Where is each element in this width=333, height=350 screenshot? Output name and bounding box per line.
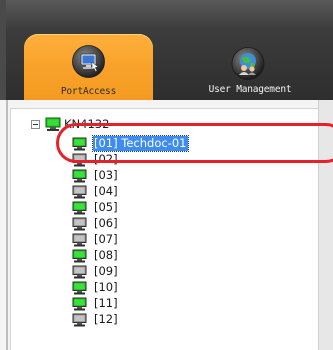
tree-item-label: [06] [94,216,118,230]
monitor-offline-icon [72,185,87,199]
port-access-icon [72,45,105,78]
panel-shadow [6,100,8,350]
user-management-icon [231,47,265,80]
tree-item-label: [09] [94,264,118,278]
monitor-offline-icon [72,313,87,327]
tree-item-label: [10] [94,280,118,294]
kvm-window: PortAccess User Management KN4132 [01] T… [0,0,333,350]
tree-item-label: [03] [94,168,118,182]
tab-port-access[interactable]: PortAccess [24,34,153,102]
monitor-online-icon [72,249,87,263]
collapse-toggle-icon[interactable] [31,120,40,129]
tree-item-label: [05] [94,200,118,214]
monitor-offline-icon [72,217,87,231]
tree-item-label: [12] [94,312,118,326]
monitor-online-icon [72,281,87,295]
monitor-online-icon [72,201,87,215]
tree-item-label: [04] [94,184,118,198]
tree-item-label: [08] [94,248,118,262]
window-edge [0,0,6,100]
tab-user-management[interactable]: User Management [180,40,320,100]
monitor-offline-icon [72,265,87,279]
monitor-offline-icon [72,233,87,247]
monitor-online-icon [72,169,87,183]
kvm-switch-icon [45,117,61,131]
tree-item-label: [07] [94,232,118,246]
tab-port-access-label: PortAccess [60,86,117,97]
tab-user-management-label: User Management [208,84,292,95]
monitor-online-icon [72,297,87,311]
highlight-annotation [56,123,333,163]
tree-item-label: [11] [94,296,118,310]
